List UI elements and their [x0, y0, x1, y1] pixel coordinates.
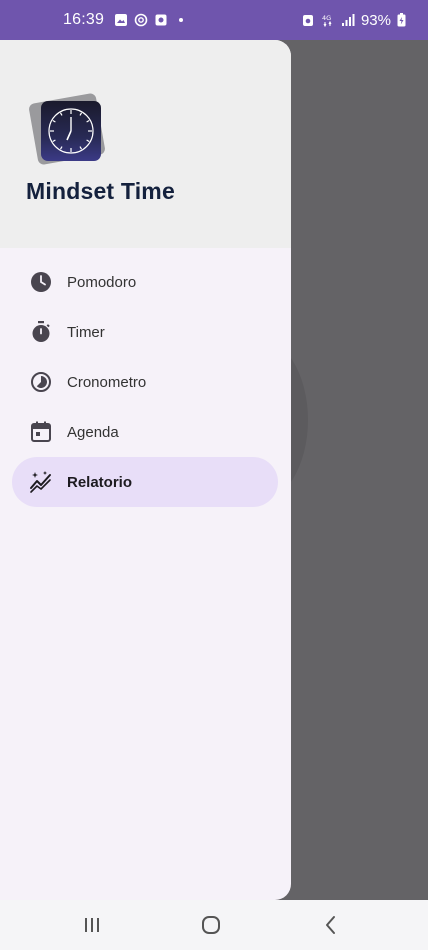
- home-icon[interactable]: [198, 912, 224, 938]
- drawer-item-timer[interactable]: Timer: [12, 307, 278, 357]
- navigation-drawer: Mindset Time Pomodoro Timer Cronometro A…: [0, 40, 291, 900]
- signal-icon: [341, 14, 355, 26]
- network-4g-icon: 4G: [322, 14, 332, 27]
- drawer-item-label: Cronometro: [67, 373, 147, 391]
- system-navigation-bar: [0, 900, 428, 950]
- back-icon[interactable]: [318, 912, 344, 938]
- drawer-item-label: Agenda: [67, 423, 119, 441]
- app-logo: [28, 92, 111, 173]
- battery-percent: 93%: [360, 11, 391, 29]
- status-time: 16:39: [63, 11, 105, 28]
- battery-charging-icon: [397, 13, 406, 27]
- alarm-icon: [302, 15, 313, 26]
- status-bar: 16:39 4G 93%: [0, 0, 428, 40]
- status-right: 4G 93%: [301, 0, 406, 40]
- gallery-icon: [115, 14, 128, 26]
- status-left: 16:39: [63, 0, 188, 40]
- clock-face-icon: [48, 108, 94, 154]
- app-title: Mindset Time: [26, 178, 175, 204]
- recent-apps-icon[interactable]: [79, 912, 105, 938]
- timelapse-icon: [31, 372, 51, 392]
- drawer-item-label: Relatorio: [67, 473, 133, 491]
- app-logo-front: [41, 101, 101, 161]
- network-label: 4G: [322, 14, 331, 22]
- drawer-item-label: Pomodoro: [67, 273, 137, 291]
- drawer-nav-list: Pomodoro Timer Cronometro Agenda Relator…: [0, 257, 291, 507]
- stopwatch-icon: [32, 321, 50, 342]
- drawer-item-cronometro[interactable]: Cronometro: [12, 357, 278, 407]
- clock-icon: [31, 272, 51, 292]
- sync-icon: [134, 13, 148, 27]
- drawer-item-pomodoro[interactable]: Pomodoro: [12, 257, 278, 307]
- drawer-header: Mindset Time: [0, 40, 291, 248]
- app-notification-icon: [155, 14, 167, 26]
- drawer-item-agenda[interactable]: Agenda: [12, 407, 278, 457]
- calendar-icon: [31, 421, 51, 442]
- auto-graph-icon: [30, 471, 51, 493]
- more-notifications-dot-icon: [179, 18, 184, 22]
- drawer-item-label: Timer: [67, 323, 105, 341]
- drawer-item-relatorio[interactable]: Relatorio: [12, 457, 278, 507]
